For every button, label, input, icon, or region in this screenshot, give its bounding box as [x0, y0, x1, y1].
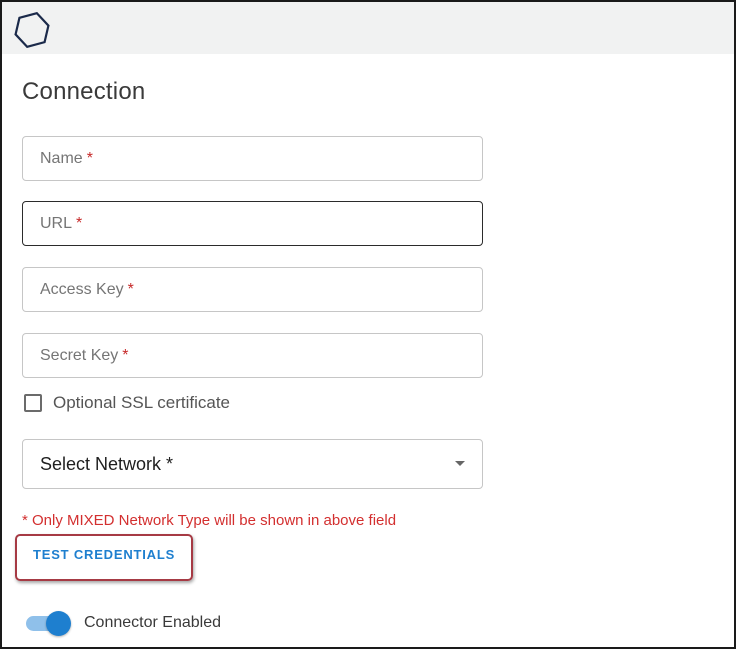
required-mark: *	[127, 280, 134, 298]
connector-enabled-label: Connector Enabled	[84, 614, 221, 631]
required-mark: *	[76, 214, 83, 232]
test-credentials-button[interactable]: TEST CREDENTIALS	[33, 547, 175, 562]
secret-key-field-label: Secret Key	[40, 346, 119, 364]
access-key-field[interactable]: Access Key *	[22, 267, 483, 312]
ssl-checkbox-label: Optional SSL certificate	[53, 393, 231, 412]
url-field-label: URL	[40, 214, 73, 232]
name-field[interactable]: Name *	[22, 136, 483, 181]
ssl-certificate-option[interactable]: Optional SSL certificate	[24, 393, 230, 413]
ssl-checkbox[interactable]	[24, 394, 42, 412]
toggle-thumb[interactable]	[46, 611, 71, 636]
connector-enabled-toggle[interactable]	[24, 610, 72, 636]
network-select[interactable]: Select Network *	[22, 439, 483, 489]
hexagon-logo-icon[interactable]	[13, 12, 51, 48]
required-mark: *	[86, 149, 93, 167]
page-title: Connection	[22, 78, 146, 105]
access-key-field-label: Access Key	[40, 280, 124, 298]
caret-down-icon[interactable]	[455, 461, 465, 466]
network-type-note: * Only MIXED Network Type will be shown …	[22, 512, 397, 529]
name-field-label: Name	[40, 149, 83, 167]
connection-dialog: Connection Name * URL * Access Key * Sec…	[0, 0, 736, 649]
network-select-label: Select Network *	[40, 453, 174, 474]
secret-key-field[interactable]: Secret Key *	[22, 333, 483, 378]
top-bar	[2, 2, 734, 54]
url-field[interactable]: URL *	[22, 201, 483, 246]
required-mark: *	[122, 346, 129, 364]
connector-enabled-option[interactable]: Connector Enabled	[24, 610, 221, 636]
